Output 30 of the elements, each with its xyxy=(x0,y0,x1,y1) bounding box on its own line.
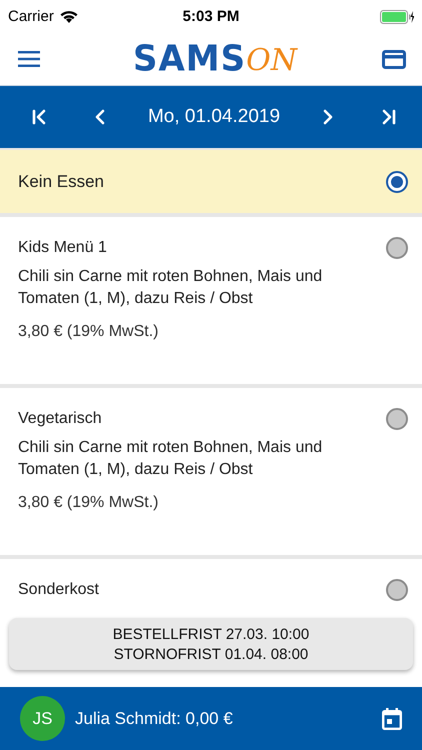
meal-card[interactable]: Kids Menü 1 Chili sin Carne mit roten Bohnen, Mais und Tomaten (1, M), dazu Reis / Obst 3,80 € (19% MwSt.) xyxy=(0,217,422,384)
account-balance: Julia Schmidt: 0,00 € xyxy=(75,708,234,728)
first-icon xyxy=(30,108,48,126)
radio-button[interactable] xyxy=(386,170,408,192)
user-avatar: JS xyxy=(20,696,65,741)
meal-title: Vegetarisch xyxy=(18,410,103,428)
clock-time: 5:03 PM xyxy=(182,8,240,25)
deadline-text: STORNOFRIST 01.04. 08:00 xyxy=(114,646,308,662)
last-icon xyxy=(380,108,398,126)
deadline-text: BESTELLFRIST 27.03. 10:00 xyxy=(112,626,310,642)
meal-title: Kids Menü 1 xyxy=(18,239,108,257)
option-title: Kein Essen xyxy=(18,172,104,192)
carrier-name: Carrier xyxy=(8,8,54,25)
radio-button[interactable] xyxy=(386,579,408,601)
date-label: Mo, 01.04.2019 xyxy=(148,106,280,128)
meal-title: Sonderkost xyxy=(18,581,99,599)
meal-description: Chili sin Carne mit roten Bohnen, Mais und Tomaten (1, M), dazu Reis / Obst xyxy=(18,438,324,480)
logo: SAMSON xyxy=(133,39,297,79)
meal-card[interactable]: Vegetarisch Chili sin Carne mit roten Bohnen, Mais und Tomaten (1, M), dazu Reis / Obst 3,80 € (19% MwSt.) xyxy=(0,388,422,555)
wifi-icon xyxy=(60,10,78,23)
battery-icon xyxy=(380,10,414,24)
radio-button[interactable] xyxy=(386,237,408,259)
calendar-icon xyxy=(382,708,402,730)
radio-button[interactable] xyxy=(386,408,408,430)
meal-description: Chili sin Carne mit roten Bohnen, Mais und Tomaten (1, M), dazu Reis / Obst xyxy=(18,267,324,309)
card-icon xyxy=(382,50,406,68)
meal-price: 3,80 € (19% MwSt.) xyxy=(18,494,160,512)
menu-icon xyxy=(18,51,40,67)
no-meal-option[interactable]: Kein Essen xyxy=(0,150,422,213)
meal-price: 3,80 € (19% MwSt.) xyxy=(18,323,160,341)
